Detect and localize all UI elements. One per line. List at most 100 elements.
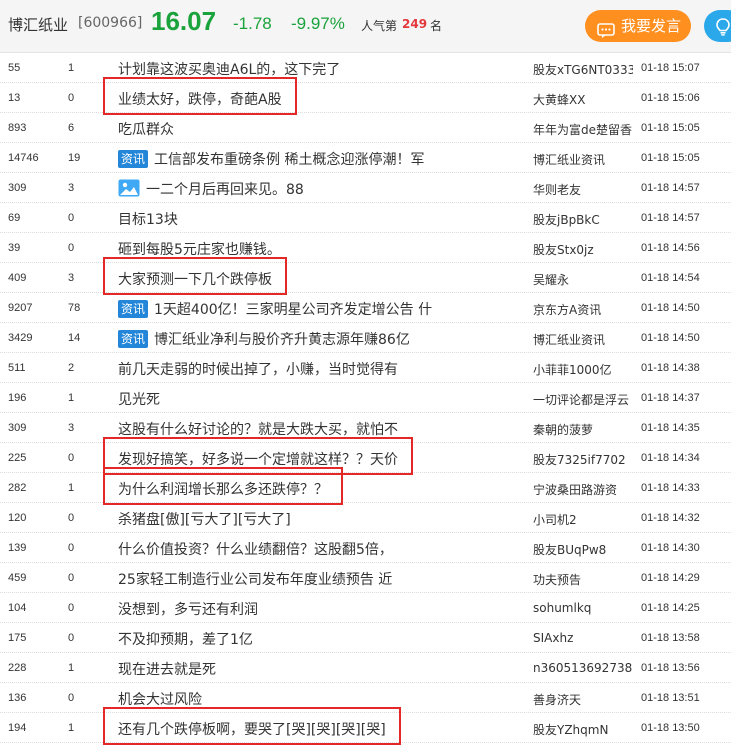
author-link[interactable]: sohumlkq — [533, 601, 633, 615]
author-link[interactable]: 小菲菲1000亿 — [533, 361, 633, 378]
post-title-link[interactable]: 工信部发布重磅条例 稀土概念迎涨停潮！军 — [154, 152, 424, 168]
author-link[interactable]: 股友xTG6NT0333 — [533, 61, 633, 78]
read-count: 55 — [8, 62, 21, 74]
post-title-link[interactable]: 目标13块 — [118, 212, 178, 228]
post-time: 01-18 14:57 — [641, 212, 700, 224]
lightbulb-icon — [715, 18, 731, 40]
post-row: 104 0 没想到，多亏还有利润 sohumlkq 01-18 14:25 — [0, 593, 731, 623]
post-title-cell: 不及抑预期，差了1亿 — [118, 629, 523, 649]
author-link[interactable]: 一切评论都是浮云 — [533, 391, 633, 408]
author-link[interactable]: 功夫预告 — [533, 571, 633, 588]
post-title-link[interactable]: 大家预测一下几个跌停板 — [118, 272, 272, 288]
reply-count: 1 — [68, 482, 75, 494]
post-row: 3429 14 资讯 博汇纸业净利与股价齐升黄志源年赚86亿 博汇纸业资讯 01-18 1… — [0, 323, 731, 353]
post-title-link[interactable]: 现在进去就是死 — [118, 662, 216, 678]
author-link[interactable]: 华则老友 — [533, 181, 633, 198]
post-title-link[interactable]: 杀猪盘[傲][亏大了][亏大了] — [118, 512, 291, 528]
post-title-cell: 见光死 — [118, 389, 523, 409]
post-time: 01-18 14:50 — [641, 302, 700, 314]
reply-count: 3 — [68, 272, 75, 284]
read-count: 309 — [8, 422, 27, 434]
post-row: 139 0 什么价值投资？什么业绩翻倍？这股翻5倍， 股友BUqPw8 01-18 14… — [0, 533, 731, 563]
reply-count: 0 — [68, 92, 75, 104]
author-link[interactable]: 股友7325if7702 — [533, 451, 633, 468]
post-title-cell: 这股有什么好讨论的？就是大跌大买，就怕不 — [118, 419, 523, 439]
reply-count: 0 — [68, 542, 75, 554]
popularity-rank-label: 人气第 — [361, 19, 398, 33]
reply-count: 0 — [68, 242, 75, 254]
read-count: 511 — [8, 362, 26, 374]
post-title-link[interactable]: 这股有什么好讨论的？就是大跌大买，就怕不 — [118, 422, 398, 438]
stock-name[interactable]: 博汇纸业 — [8, 14, 68, 35]
post-title-link[interactable]: 见光死 — [118, 392, 160, 408]
post-row: 282 1 为什么利润增长那么多还跌停？？ 宁波桑田路游资 01-18 14:33 — [0, 473, 731, 503]
post-row: 14746 19 资讯 工信部发布重磅条例 稀土概念迎涨停潮！军 博汇纸业资讯 01-18… — [0, 143, 731, 173]
read-count: 9207 — [8, 302, 33, 314]
read-count: 228 — [8, 662, 27, 674]
post-time: 01-18 14:33 — [641, 482, 700, 494]
author-link[interactable]: 股友Stx0jz — [533, 241, 633, 258]
post-row: 13 0 业绩太好，跌停，奇葩A股 大黄蜂XX 01-18 15:06 — [0, 83, 731, 113]
read-count: 409 — [8, 272, 27, 284]
post-title-link[interactable]: 业绩太好，跌停，奇葩A股 — [118, 92, 282, 108]
post-title-link[interactable]: 吃瓜群众 — [118, 122, 174, 138]
post-comment-button[interactable]: 我要发言 — [585, 10, 691, 42]
read-count: 69 — [8, 212, 21, 224]
author-link[interactable]: 年年为富de楚留香 — [533, 121, 633, 138]
author-link[interactable]: 小司机2 — [533, 511, 633, 528]
author-link[interactable]: 大黄蜂XX — [533, 91, 633, 108]
post-title-link[interactable]: 没想到，多亏还有利润 — [118, 602, 258, 618]
post-title-link[interactable]: 1天超400亿！三家明星公司齐发定增公告 什 — [154, 302, 432, 318]
author-link[interactable]: 博汇纸业资讯 — [533, 151, 633, 168]
post-row: 136 0 机会大过风险 善身济天 01-18 13:51 — [0, 683, 731, 713]
post-title-link[interactable]: 还有几个跌停板啊，要哭了[哭][哭][哭][哭] — [118, 722, 386, 738]
read-count: 459 — [8, 572, 27, 584]
price-change: -1.78 — [233, 14, 272, 33]
author-link[interactable]: 股友BUqPw8 — [533, 541, 633, 558]
post-row: 194 1 还有几个跌停板啊，要哭了[哭][哭][哭][哭] 股友YZhqmN 01-1… — [0, 713, 731, 743]
author-link[interactable]: 善身济天 — [533, 691, 633, 708]
post-time: 01-18 14:29 — [641, 572, 700, 584]
tip-button[interactable] — [704, 10, 731, 42]
post-title-link[interactable]: 什么价值投资？什么业绩翻倍？这股翻5倍， — [118, 542, 393, 558]
post-title-link[interactable]: 25家轻工制造行业公司发布年度业绩预告 近 — [118, 572, 392, 588]
author-link[interactable]: 宁波桑田路游资 — [533, 481, 633, 498]
author-link[interactable]: 股友jBpBkC — [533, 211, 633, 228]
post-title-link[interactable]: 不及抑预期，差了1亿 — [118, 632, 253, 648]
author-link[interactable]: 博汇纸业资讯 — [533, 331, 633, 348]
read-count: 196 — [8, 392, 27, 404]
post-row: 196 1 见光死 一切评论都是浮云 01-18 14:37 — [0, 383, 731, 413]
reply-count: 1 — [68, 662, 75, 674]
post-title-link[interactable]: 计划靠这波买奥迪A6L的，这下完了 — [118, 62, 340, 78]
post-row: 120 0 杀猪盘[傲][亏大了][亏大了] 小司机2 01-18 14:32 — [0, 503, 731, 533]
post-title-link[interactable]: 为什么利润增长那么多还跌停？？ — [118, 482, 328, 498]
post-title-link[interactable]: 一二个月后再回来见。88 — [146, 182, 304, 198]
reply-count: 6 — [68, 122, 75, 134]
author-link[interactable]: n360513692738692 — [533, 661, 633, 675]
post-comment-label: 我要发言 — [621, 17, 682, 35]
post-title-cell: 发现好搞笑，好多说一个定增就这样？？天价 — [118, 449, 523, 469]
post-title-cell: 25家轻工制造行业公司发布年度业绩预告 近 — [118, 569, 523, 589]
post-title-cell: 计划靠这波买奥迪A6L的，这下完了 — [118, 59, 523, 79]
post-title-link[interactable]: 博汇纸业净利与股价齐升黄志源年赚86亿 — [154, 332, 410, 348]
read-count: 194 — [8, 722, 27, 734]
post-time: 01-18 14:56 — [641, 242, 700, 254]
post-row: 459 0 25家轻工制造行业公司发布年度业绩预告 近 功夫预告 01-18 14:29 — [0, 563, 731, 593]
post-title-link[interactable]: 砸到每股5元庄家也赚钱。 — [118, 242, 281, 258]
post-time: 01-18 14:38 — [641, 362, 700, 374]
author-link[interactable]: 京东方A资讯 — [533, 301, 633, 318]
post-title-link[interactable]: 机会大过风险 — [118, 692, 202, 708]
price-change-percent: -9.97% — [291, 14, 345, 33]
post-title-link[interactable]: 发现好搞笑，好多说一个定增就这样？？天价 — [118, 452, 398, 468]
author-link[interactable]: 吴耀永 — [533, 271, 633, 288]
image-icon — [118, 179, 140, 197]
post-title-link[interactable]: 前几天走弱的时候出掉了，小赚，当时觉得有 — [118, 362, 398, 378]
read-count: 136 — [8, 692, 27, 704]
post-row: 228 1 现在进去就是死 n360513692738692 01-18 13:56 — [0, 653, 731, 683]
author-link[interactable]: SIAxhz — [533, 631, 633, 645]
post-time: 01-18 13:50 — [641, 722, 700, 734]
stock-price: 16.07 — [151, 6, 217, 36]
author-link[interactable]: 股友YZhqmN — [533, 721, 633, 738]
author-link[interactable]: 秦朝的菠萝 — [533, 421, 633, 438]
post-list: 55 1 计划靠这波买奥迪A6L的，这下完了 股友xTG6NT0333 01-18 15… — [0, 53, 731, 743]
